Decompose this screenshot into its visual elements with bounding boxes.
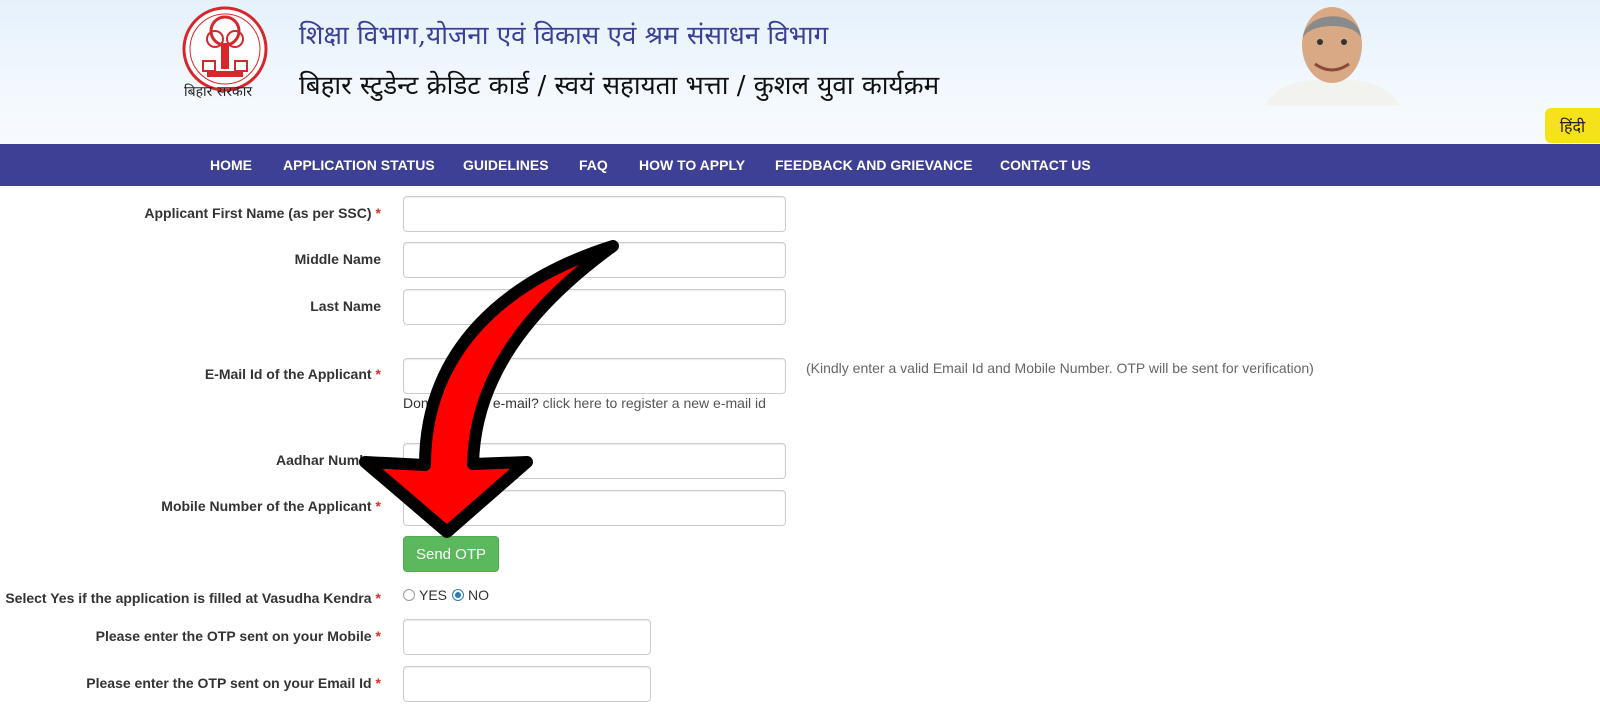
required-marker: * xyxy=(375,205,381,221)
aadhar-input[interactable] xyxy=(403,443,786,479)
middle-name-label: Middle Name xyxy=(294,251,381,267)
mobile-otp-label: Please enter the OTP sent on your Mobile… xyxy=(95,628,381,644)
main-navbar: HOME APPLICATION STATUS GUIDELINES FAQ H… xyxy=(0,144,1600,186)
nav-contact-us[interactable]: CONTACT US xyxy=(1000,144,1091,186)
email-label: E-Mail Id of the Applicant * xyxy=(204,366,381,382)
required-marker: * xyxy=(375,498,381,514)
email-input[interactable] xyxy=(403,358,786,394)
scheme-title: बिहार स्टुडेन्ट क्रेडिट कार्ड / स्वयं सह… xyxy=(299,71,940,101)
vasudha-yes-option[interactable]: YES xyxy=(403,587,447,603)
last-name-label: Last Name xyxy=(310,298,381,314)
required-marker: * xyxy=(375,590,381,606)
email-otp-label: Please enter the OTP sent on your Email … xyxy=(86,675,381,691)
mobile-input[interactable] xyxy=(403,490,786,526)
register-email-link[interactable]: click here to register a new e-mail id xyxy=(543,395,766,411)
nav-guidelines[interactable]: GUIDELINES xyxy=(463,144,549,186)
email-help-prefix: Don't have an e-mail? xyxy=(403,395,539,411)
vasudha-yes-radio[interactable] xyxy=(403,589,415,601)
required-marker: * xyxy=(375,628,381,644)
last-name-input[interactable] xyxy=(403,289,786,325)
nav-application-status[interactable]: APPLICATION STATUS xyxy=(283,144,435,186)
vasudha-yes-label: YES xyxy=(419,587,448,603)
vasudha-kendra-label: Select Yes if the application is filled … xyxy=(5,590,381,606)
nav-feedback-and-grievance[interactable]: FEEDBACK AND GRIEVANCE xyxy=(775,144,973,186)
aadhar-label: Aadhar Number xyxy=(275,452,381,468)
middle-name-input[interactable] xyxy=(403,242,786,278)
site-header: बिहार सरकार शिक्षा विभाग,योजना एवं विकास… xyxy=(0,0,1600,144)
email-otp-input[interactable] xyxy=(403,666,651,702)
send-otp-button[interactable]: Send OTP xyxy=(403,536,499,572)
vasudha-no-label: NO xyxy=(468,587,489,603)
required-marker: * xyxy=(375,366,381,382)
mobile-label: Mobile Number of the Applicant * xyxy=(161,498,381,514)
nav-faq[interactable]: FAQ xyxy=(579,144,608,186)
mobile-otp-input[interactable] xyxy=(403,619,651,655)
vasudha-no-radio[interactable] xyxy=(452,589,464,601)
chief-minister-portrait xyxy=(1265,7,1400,106)
required-marker: * xyxy=(375,675,381,691)
email-help-text: Don't have an e-mail? click here to regi… xyxy=(403,395,766,411)
first-name-label: Applicant First Name (as per SSC) * xyxy=(144,205,381,221)
nav-home[interactable]: HOME xyxy=(210,144,252,186)
vasudha-no-option[interactable]: NO xyxy=(452,587,489,603)
logo-caption: बिहार सरकार xyxy=(184,84,253,100)
nav-how-to-apply[interactable]: HOW TO APPLY xyxy=(639,144,745,186)
department-title: शिक्षा विभाग,योजना एवं विकास एवं श्रम सं… xyxy=(299,21,829,51)
email-verification-hint: (Kindly enter a valid Email Id and Mobil… xyxy=(806,360,1314,376)
language-toggle-button[interactable]: हिंदी xyxy=(1545,108,1600,143)
first-name-input[interactable] xyxy=(403,196,786,232)
